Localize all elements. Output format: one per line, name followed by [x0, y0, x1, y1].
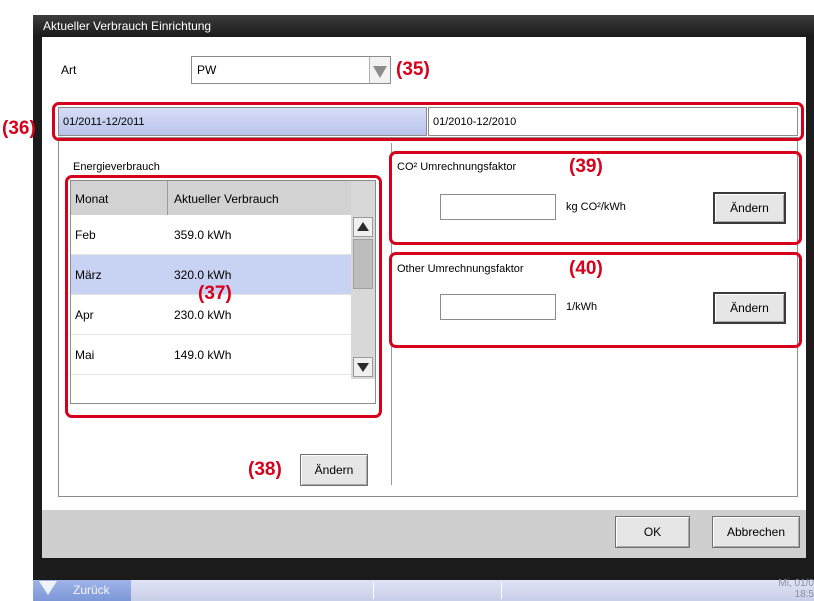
art-selected-value: PW	[197, 63, 217, 77]
ok-button[interactable]: OK	[615, 516, 690, 548]
callout-37: (37)	[198, 283, 232, 304]
callout-box-36	[52, 102, 804, 141]
clock-time: 18:5	[794, 589, 814, 600]
window-frame-right	[806, 15, 814, 580]
art-label: Art	[61, 63, 77, 77]
callout-40: (40)	[569, 258, 603, 279]
chevron-down-icon[interactable]	[369, 57, 390, 83]
energy-title: Energieverbrauch	[73, 161, 160, 173]
window-frame-bottom	[33, 558, 814, 580]
dialog-footer: OK Abbrechen	[42, 510, 806, 558]
clock: Mi, 01/0 18:5	[744, 578, 814, 600]
callout-35: (35)	[396, 59, 430, 80]
taskbar: Zurück Mi, 01/0 18:5	[33, 578, 814, 601]
window-frame-left	[33, 15, 42, 580]
callout-38: (38)	[248, 459, 282, 480]
art-dropdown[interactable]: PW	[191, 56, 391, 84]
callout-39: (39)	[569, 156, 603, 177]
taskbar-divider	[373, 582, 374, 599]
callout-36: (36)	[2, 118, 36, 139]
back-button[interactable]: Zurück	[33, 580, 131, 601]
arrow-down-icon	[39, 581, 57, 595]
energy-change-button[interactable]: Ändern	[300, 454, 368, 486]
clock-date: Mi, 01/0	[778, 578, 814, 589]
taskbar-divider	[501, 582, 502, 599]
dialog-body: Art PW 01/2011-12/2011 01/2010-12/2010 E…	[42, 37, 806, 510]
back-button-label: Zurück	[73, 583, 110, 597]
cancel-button[interactable]: Abbrechen	[712, 516, 800, 548]
window-title: Aktueller Verbrauch Einrichtung	[33, 15, 814, 37]
